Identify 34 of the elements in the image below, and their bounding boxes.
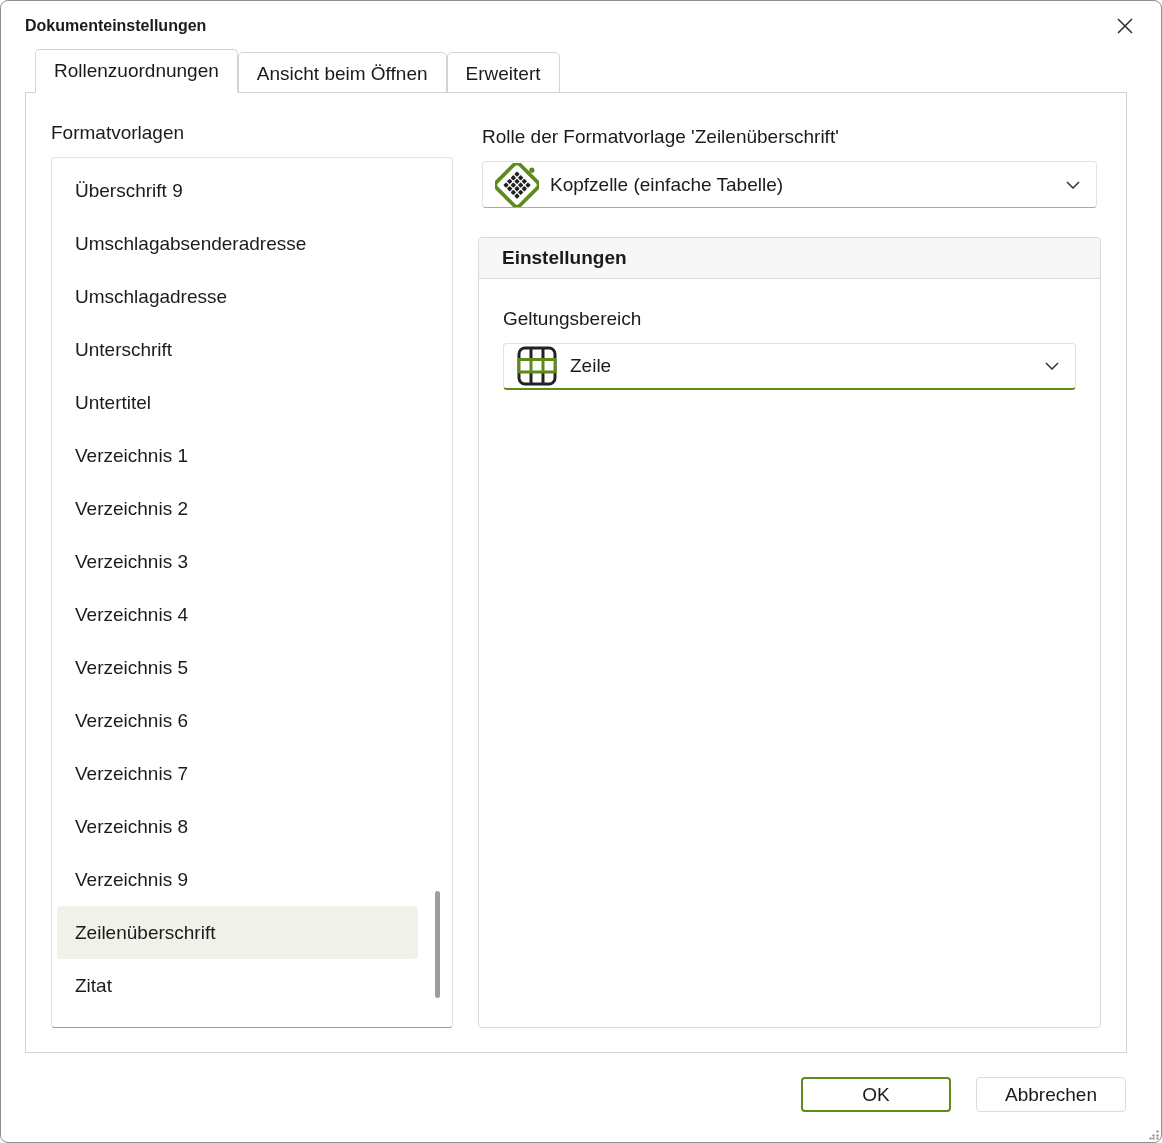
- cancel-button[interactable]: Abbrechen: [976, 1077, 1126, 1112]
- window-title: Dokumenteinstellungen: [25, 16, 207, 35]
- tab[interactable]: Ansicht beim Öffnen: [237, 52, 447, 93]
- list-item[interactable]: Überschrift 9: [57, 164, 418, 217]
- list-item[interactable]: Verzeichnis 9: [57, 853, 418, 906]
- table-row-icon: [517, 346, 557, 386]
- role-dropdown[interactable]: Kopfzelle (einfache Tabelle): [482, 161, 1097, 208]
- settings-header: Einstellungen: [479, 238, 1100, 279]
- list-item[interactable]: Verzeichnis 3: [57, 535, 418, 588]
- ok-button[interactable]: OK: [801, 1077, 951, 1112]
- list-item[interactable]: Umschlagabsenderadresse: [57, 217, 418, 270]
- chevron-down-icon: [1045, 362, 1059, 370]
- list-item[interactable]: Verzeichnis 6: [57, 694, 418, 747]
- scope-dropdown[interactable]: Zeile: [503, 343, 1076, 390]
- chevron-down-icon: [1066, 180, 1080, 189]
- resize-grip-icon[interactable]: [1149, 1130, 1159, 1140]
- list-item[interactable]: Verzeichnis 7: [57, 747, 418, 800]
- scrollbar-thumb[interactable]: [435, 891, 440, 998]
- list-item[interactable]: Verzeichnis 2: [57, 482, 418, 535]
- role-label: Rolle der Formatvorlage 'Zeilenüberschrift': [482, 125, 839, 149]
- tab[interactable]: Erweitert: [446, 52, 560, 93]
- scope-label: Geltungsbereich: [503, 307, 642, 331]
- list-item[interactable]: Unterschrift: [57, 323, 418, 376]
- list-item[interactable]: Verzeichnis 8: [57, 800, 418, 853]
- list-item[interactable]: Umschlagadresse: [57, 270, 418, 323]
- close-icon: [1117, 17, 1133, 34]
- list-label: Formatvorlagen: [51, 121, 185, 145]
- list-item[interactable]: Untertitel: [57, 376, 418, 429]
- list-item[interactable]: Verzeichnis 1: [57, 429, 418, 482]
- list-item[interactable]: Zitat: [57, 959, 418, 1012]
- list-item[interactable]: Zeilenüberschrift: [57, 906, 418, 959]
- tab[interactable]: Rollenzuordnungen: [35, 49, 238, 93]
- list-item[interactable]: Verzeichnis 4: [57, 588, 418, 641]
- list-item[interactable]: Verzeichnis 5: [57, 641, 418, 694]
